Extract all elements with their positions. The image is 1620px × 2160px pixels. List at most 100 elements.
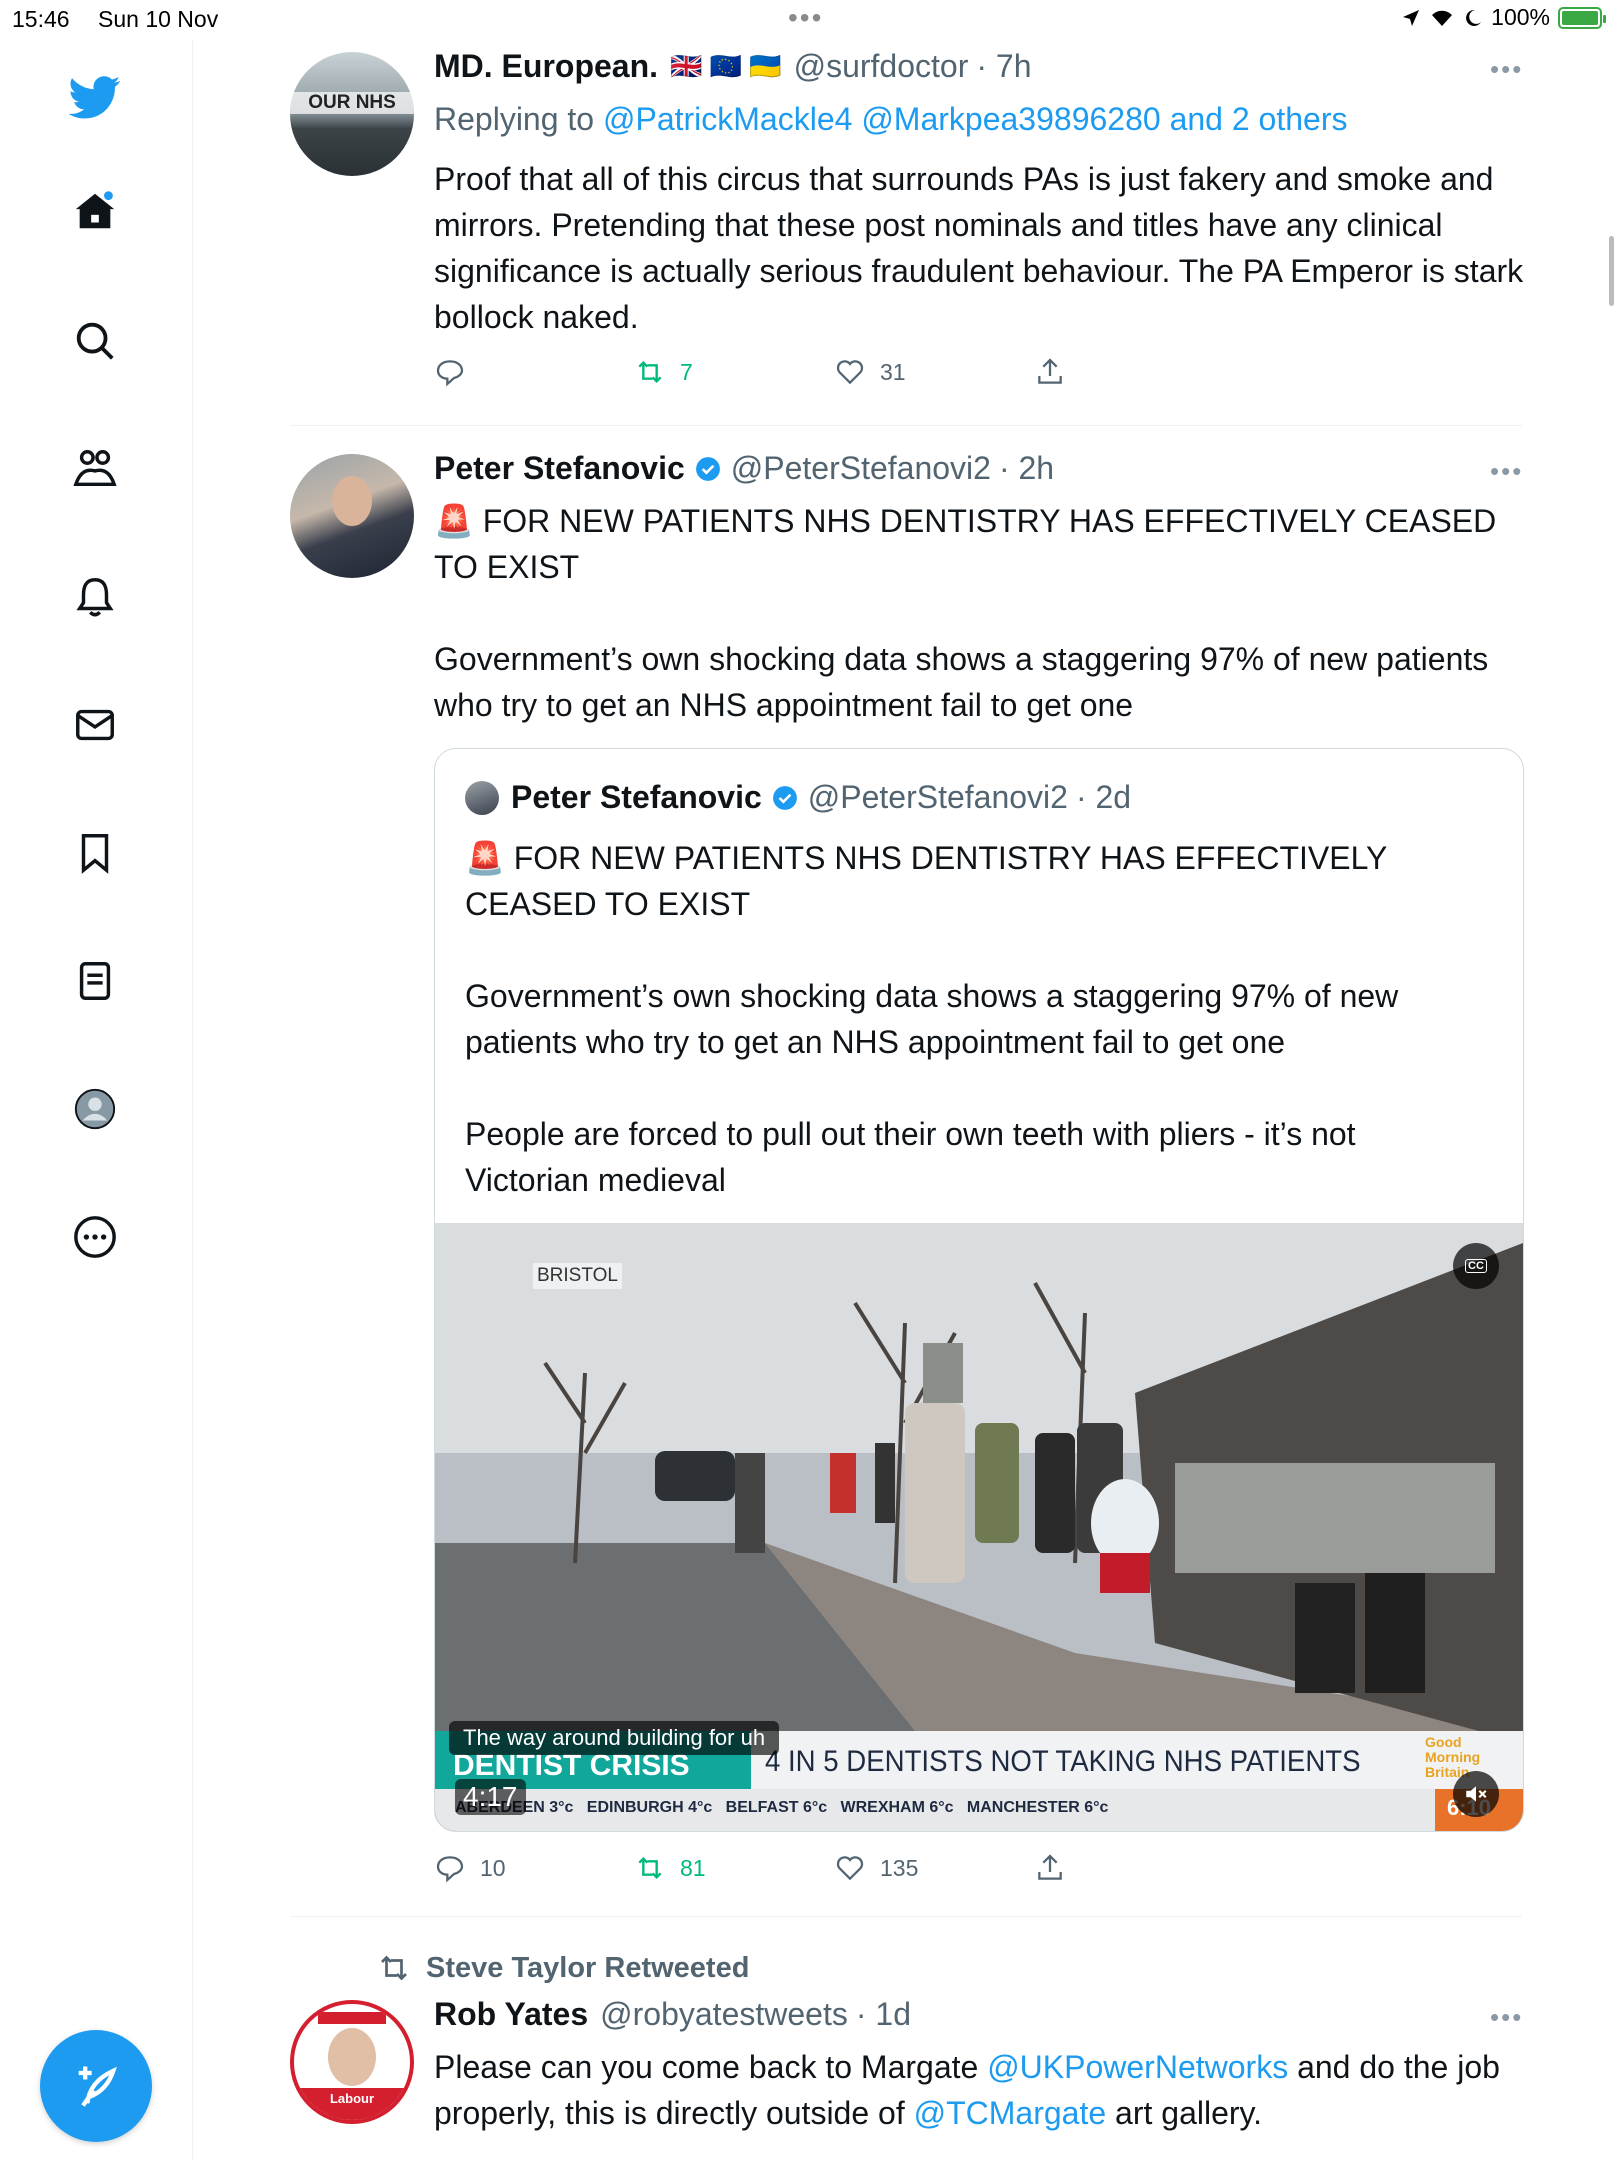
tweet-text: 🚨 FOR NEW PATIENTS NHS DENTISTRY HAS EFF… xyxy=(434,503,1497,723)
heart-icon xyxy=(836,360,864,385)
video-duration: 4:17 xyxy=(455,1779,526,1815)
scrollbar-thumb[interactable] xyxy=(1609,236,1614,306)
avatar-peter-stefanovic[interactable] xyxy=(290,454,414,578)
messages-envelope-icon[interactable] xyxy=(66,696,124,754)
more-options-icon[interactable] xyxy=(66,1208,124,1266)
compose-feather-icon xyxy=(78,2066,117,2107)
display-name[interactable]: Rob Yates xyxy=(434,1996,588,2033)
handle[interactable]: @surfdoctor xyxy=(794,48,969,85)
location-arrow-icon xyxy=(1403,9,1420,26)
timestamp[interactable]: · 7h xyxy=(976,48,1031,85)
like-count: 135 xyxy=(880,1854,919,1881)
quoted-display-name: Peter Stefanovic xyxy=(511,779,762,815)
heart-icon xyxy=(836,1856,864,1881)
reply-icon xyxy=(436,1856,464,1883)
avatar-banner xyxy=(318,2012,386,2024)
avatar-logo-text: Labour xyxy=(294,2088,410,2120)
display-name[interactable]: Peter Stefanovic xyxy=(434,450,685,487)
retweeted-by-label[interactable]: Steve Taylor Retweeted xyxy=(426,1952,749,1985)
mention-link[interactable]: @UKPowerNetworks xyxy=(987,2049,1288,2085)
communities-icon[interactable] xyxy=(66,440,124,498)
retweet-button[interactable]: 81 xyxy=(634,1852,706,1884)
notifications-bell-icon[interactable] xyxy=(66,568,124,626)
quoted-avatar xyxy=(465,780,499,815)
quoted-timestamp: · 2d xyxy=(1075,779,1132,815)
share-button[interactable] xyxy=(1034,356,1066,388)
lists-icon[interactable] xyxy=(66,952,124,1010)
replying-to: Replying to @PatrickMackle4 @Markpea3989… xyxy=(434,96,1524,142)
bookmarks-icon[interactable] xyxy=(66,824,124,882)
flag-emojis: 🇬🇧 🇪🇺 🇺🇦 xyxy=(670,51,782,81)
reply-button[interactable]: 10 xyxy=(434,1852,506,1884)
reply-count: 10 xyxy=(480,1854,506,1881)
mention-link[interactable]: @TCMargate xyxy=(914,2095,1107,2131)
timestamp[interactable]: · 1d xyxy=(856,1996,911,2033)
search-icon[interactable] xyxy=(66,312,124,370)
profile-avatar-icon[interactable] xyxy=(66,1080,124,1138)
battery-percentage: 100% xyxy=(1491,4,1550,30)
avatar-sign-text: OUR NHS xyxy=(290,92,414,114)
moon-icon xyxy=(1466,9,1482,26)
tweet-actions: 7 31 xyxy=(434,356,1094,396)
muted-speaker-icon xyxy=(1466,1786,1487,1802)
share-icon xyxy=(1038,1854,1062,1880)
home-icon[interactable] xyxy=(66,182,124,240)
tweet-more-icon[interactable]: ••• xyxy=(1490,456,1523,487)
multitasking-dots-icon[interactable]: ••• xyxy=(788,2,823,34)
verified-badge-icon xyxy=(772,785,797,810)
retweet-icon xyxy=(638,1856,662,1880)
retweeted-by-row: Steve Taylor Retweeted xyxy=(376,1950,749,1986)
video-banner-text: 4 IN 5 DENTISTS NOT TAKING NHS PATIENTS xyxy=(765,1745,1361,1778)
handle[interactable]: @robyatestweets xyxy=(600,1996,848,2033)
quoted-tweet-text: 🚨 FOR NEW PATIENTS NHS DENTISTRY HAS EFF… xyxy=(465,840,1399,1198)
status-bar: 15:46 Sun 10 Nov ••• 100% xyxy=(0,0,1620,40)
tweet-header: Peter Stefanovic @PeterStefanovi2 · 2h xyxy=(434,450,1054,487)
retweet-icon xyxy=(381,1955,407,1981)
tweet-divider xyxy=(290,1916,1522,1917)
avatar-face xyxy=(328,2028,376,2086)
closed-captions-button[interactable]: CC xyxy=(1453,1243,1499,1289)
tweet-text: Proof that all of this circus that surro… xyxy=(434,161,1533,335)
avatar-face xyxy=(332,476,372,526)
like-button[interactable]: 31 xyxy=(834,356,906,388)
tweet-text-part: Please can you come back to Margate xyxy=(434,2049,988,2085)
status-icons: 100% xyxy=(1401,4,1606,31)
share-button[interactable] xyxy=(1034,1852,1066,1884)
video-location-label: BRISTOL xyxy=(533,1263,622,1289)
date: Sun 10 Nov xyxy=(98,6,219,32)
avatar-rob-yates[interactable]: Labour xyxy=(290,2000,414,2124)
cc-icon: CC xyxy=(1465,1259,1487,1273)
tweet-text-part: art gallery. xyxy=(1106,2095,1263,2131)
tweet-more-icon[interactable]: ••• xyxy=(1490,2002,1523,2033)
tweet-actions: 10 81 135 xyxy=(434,1852,1094,1892)
compose-tweet-button[interactable] xyxy=(40,2030,152,2142)
wifi-icon xyxy=(1432,10,1453,26)
clock: 15:46 xyxy=(12,6,70,32)
video-caption: The way around building for uh xyxy=(449,1721,780,1755)
tweet-text: Please can you come back to Margate @UKP… xyxy=(434,2044,1524,2136)
video-player[interactable]: BRISTOL DENTIST CRISIS 4 IN 5 DENTISTS N… xyxy=(435,1223,1523,1831)
retweet-icon xyxy=(638,360,662,384)
timestamp[interactable]: · 2h xyxy=(999,450,1054,487)
tweet-divider xyxy=(290,425,1522,426)
retweet-button[interactable]: 7 xyxy=(634,356,693,388)
share-icon xyxy=(1038,358,1062,384)
replying-to-users[interactable]: @PatrickMackle4 @Markpea39896280 and 2 o… xyxy=(603,101,1347,137)
tweet-header: Rob Yates @robyatestweets · 1d xyxy=(434,1996,911,2033)
video-weather-ticker: ABERDEEN 3°c EDINBURGH 4°c BELFAST 6°c W… xyxy=(455,1799,1109,1816)
reply-button[interactable] xyxy=(434,356,480,388)
display-name[interactable]: MD. European. xyxy=(434,48,658,85)
quoted-handle: @PeterStefanovi2 xyxy=(807,779,1068,815)
avatar-md-european[interactable]: OUR NHS xyxy=(290,52,414,176)
tweet-more-icon[interactable]: ••• xyxy=(1490,54,1523,85)
handle[interactable]: @PeterStefanovi2 xyxy=(731,450,991,487)
verified-badge-icon xyxy=(695,456,720,481)
reply-icon xyxy=(436,360,464,387)
like-count: 31 xyxy=(880,358,906,385)
tweet-header: MD. European. 🇬🇧 🇪🇺 🇺🇦 @surfdoctor · 7h xyxy=(434,48,1032,85)
mute-button[interactable] xyxy=(1453,1771,1499,1817)
quoted-tweet[interactable]: Peter Stefanovic @PeterStefanovi2 · 2d 🚨… xyxy=(434,748,1524,1832)
quoted-tweet-header: Peter Stefanovic @PeterStefanovi2 · 2d xyxy=(465,779,1131,816)
like-button[interactable]: 135 xyxy=(834,1852,918,1884)
twitter-logo-icon[interactable] xyxy=(66,68,124,126)
